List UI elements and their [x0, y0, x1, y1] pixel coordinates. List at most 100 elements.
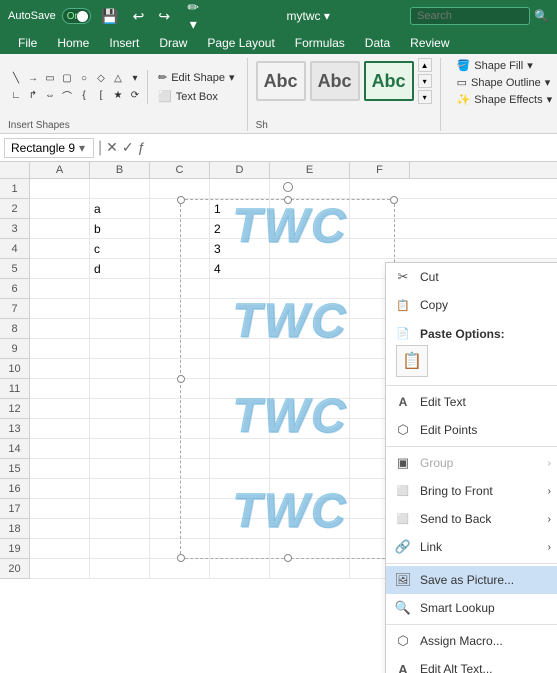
tab-page-layout[interactable]: Page Layout	[197, 32, 284, 54]
cell-e5[interactable]	[270, 259, 350, 278]
cell-d9[interactable]	[210, 339, 270, 358]
shape-rounded-rect[interactable]: ▢	[59, 71, 75, 87]
cell-c2[interactable]	[150, 199, 210, 218]
cell-b11[interactable]	[90, 379, 150, 398]
shape-effects-button[interactable]: ✨ Shape Effects ▾	[453, 92, 557, 107]
cell-a5[interactable]	[30, 259, 90, 278]
row-header-19[interactable]: 19	[0, 539, 29, 559]
cell-a18[interactable]	[30, 519, 90, 538]
cell-d2[interactable]: 1	[210, 199, 270, 218]
cell-b7[interactable]	[90, 299, 150, 318]
cell-a2[interactable]	[30, 199, 90, 218]
insert-function-icon[interactable]: ƒ	[138, 139, 146, 156]
col-header-a[interactable]: A	[30, 162, 90, 178]
col-header-d[interactable]: D	[210, 162, 270, 178]
cell-d4[interactable]: 3	[210, 239, 270, 258]
cell-c18[interactable]	[150, 519, 210, 538]
cell-c13[interactable]	[150, 419, 210, 438]
cell-d19[interactable]	[210, 539, 270, 558]
cell-a13[interactable]	[30, 419, 90, 438]
cell-c14[interactable]	[150, 439, 210, 458]
shape-more[interactable]: ▾	[127, 71, 143, 87]
shape-oval[interactable]: ○	[76, 71, 92, 87]
col-header-f[interactable]: F	[350, 162, 410, 178]
cell-b3[interactable]: b	[90, 219, 150, 238]
cell-e11[interactable]	[270, 379, 350, 398]
cell-d1[interactable]	[210, 179, 270, 198]
style-box-3[interactable]: Abc	[364, 61, 414, 101]
row-header-2[interactable]: 2	[0, 199, 29, 219]
row-header-13[interactable]: 13	[0, 419, 29, 439]
cell-c19[interactable]	[150, 539, 210, 558]
cell-b2[interactable]: a	[90, 199, 150, 218]
cell-b9[interactable]	[90, 339, 150, 358]
cell-a6[interactable]	[30, 279, 90, 298]
cell-c3[interactable]	[150, 219, 210, 238]
cell-d10[interactable]	[210, 359, 270, 378]
cell-c17[interactable]	[150, 499, 210, 518]
search-input[interactable]	[410, 7, 530, 25]
cell-d12[interactable]	[210, 399, 270, 418]
tab-home[interactable]: Home	[47, 32, 99, 54]
cell-d14[interactable]	[210, 439, 270, 458]
cell-e20[interactable]	[270, 559, 350, 578]
cell-d18[interactable]	[210, 519, 270, 538]
menu-item-send-to-back[interactable]: ⬜ Send to Back ›	[386, 505, 557, 533]
style-box-1[interactable]: Abc	[256, 61, 306, 101]
shape-diamond[interactable]: ◇	[93, 71, 109, 87]
cell-c9[interactable]	[150, 339, 210, 358]
cell-a12[interactable]	[30, 399, 90, 418]
style-scroll-expand[interactable]: ▾	[418, 90, 432, 104]
menu-item-smart-lookup[interactable]: 🔍 Smart Lookup	[386, 594, 557, 622]
menu-item-link[interactable]: 🔗 Link ›	[386, 533, 557, 561]
shape-bracket[interactable]: [	[93, 88, 109, 104]
row-header-17[interactable]: 17	[0, 499, 29, 519]
filename-arrow[interactable]: ▾	[324, 9, 330, 23]
cell-e16[interactable]	[270, 479, 350, 498]
formula-input[interactable]	[149, 141, 553, 155]
col-header-b[interactable]: B	[90, 162, 150, 178]
cell-e10[interactable]	[270, 359, 350, 378]
row-header-12[interactable]: 12	[0, 399, 29, 419]
row-header-20[interactable]: 20	[0, 559, 29, 579]
cell-c11[interactable]	[150, 379, 210, 398]
cell-b10[interactable]	[90, 359, 150, 378]
cell-b14[interactable]	[90, 439, 150, 458]
row-header-1[interactable]: 1	[0, 179, 29, 199]
cell-a17[interactable]	[30, 499, 90, 518]
row-header-6[interactable]: 6	[0, 279, 29, 299]
cell-a1[interactable]	[30, 179, 90, 198]
tab-data[interactable]: Data	[355, 32, 400, 54]
cell-c7[interactable]	[150, 299, 210, 318]
cell-a19[interactable]	[30, 539, 90, 558]
cell-c20[interactable]	[150, 559, 210, 578]
row-header-15[interactable]: 15	[0, 459, 29, 479]
menu-item-edit-text[interactable]: A Edit Text	[386, 388, 557, 416]
cell-a20[interactable]	[30, 559, 90, 578]
cell-e18[interactable]	[270, 519, 350, 538]
cell-c16[interactable]	[150, 479, 210, 498]
cell-a8[interactable]	[30, 319, 90, 338]
shape-rect[interactable]: ▭	[42, 71, 58, 87]
more-commands-button[interactable]: ✏ ▾	[180, 0, 206, 35]
cell-e19[interactable]	[270, 539, 350, 558]
tab-draw[interactable]: Draw	[149, 32, 197, 54]
shape-fill-button[interactable]: 🪣 Shape Fill ▾	[453, 58, 557, 73]
cell-a4[interactable]	[30, 239, 90, 258]
edit-shape-button[interactable]: ✏ Edit Shape ▾	[154, 70, 239, 85]
menu-item-edit-points[interactable]: ⬡ Edit Points	[386, 416, 557, 444]
cell-b18[interactable]	[90, 519, 150, 538]
menu-item-assign-macro[interactable]: ⬡ Assign Macro...	[386, 627, 557, 655]
cell-d16[interactable]	[210, 479, 270, 498]
row-header-9[interactable]: 9	[0, 339, 29, 359]
menu-item-save-as-picture[interactable]: 🖼 Save as Picture...	[386, 566, 557, 594]
name-box[interactable]: Rectangle 9 ▾	[4, 138, 94, 158]
shape-arrow[interactable]: →	[25, 71, 41, 87]
tab-review[interactable]: Review	[400, 32, 459, 54]
cell-e15[interactable]	[270, 459, 350, 478]
col-header-e[interactable]: E	[270, 162, 350, 178]
cell-b4[interactable]: c	[90, 239, 150, 258]
cancel-formula-icon[interactable]: ✕	[106, 139, 118, 156]
shape-triangle[interactable]: △	[110, 71, 126, 87]
row-header-4[interactable]: 4	[0, 239, 29, 259]
